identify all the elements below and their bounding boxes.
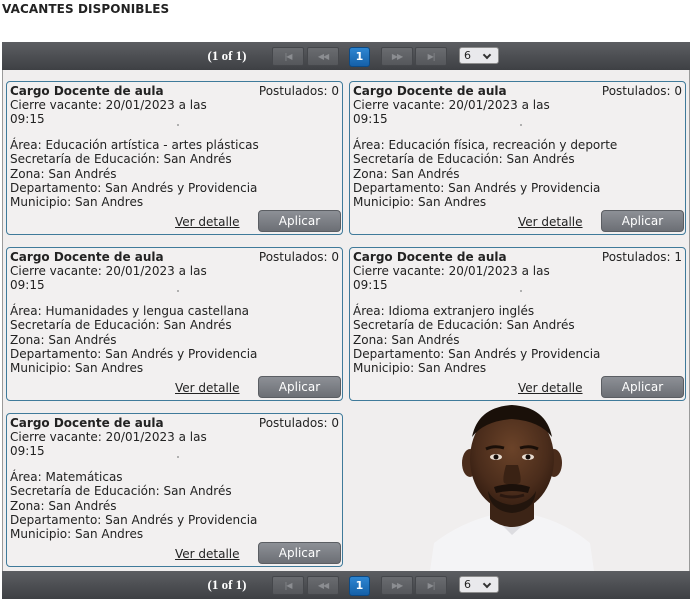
departamento-text: Departamento: San Andrés y Providencia [10,180,258,195]
aplicar-button[interactable]: Aplicar [601,376,684,398]
paginator-bottom: (1 of 1) |◀ ◀◀ 1 ▶▶ ▶| 6 [2,571,690,599]
cierre-vacante: Cierre vacante: 20/01/2023 a las 09:15 [10,98,207,127]
secretaria-text: Secretaría de Educación: San Andrés [10,152,232,167]
separator-dot [520,124,522,126]
aplicar-button[interactable]: Aplicar [258,542,341,564]
separator-dot [177,456,179,458]
zona-text: Zona: San Andrés [10,498,117,513]
postulados-count: Postulados: 1 [601,250,682,264]
area-text: Área: Idioma extranjero inglés [353,304,535,318]
person-photo [430,403,594,571]
zona-text: Zona: San Andrés [10,332,117,347]
card-title: Cargo Docente de aula [353,84,507,98]
municipio-text: Municipio: San Andres [10,195,144,210]
page-title: VACANTES DISPONIBLES [2,2,170,16]
secretaria-text: Secretaría de Educación: San Andrés [353,318,575,333]
last-page-icon[interactable]: ▶| [415,47,447,66]
card-title: Cargo Docente de aula [10,250,164,264]
first-page-icon[interactable]: |◀ [272,576,304,595]
municipio-text: Municipio: San Andres [10,527,144,542]
card-info: Área: Educación física, recreación y dep… [353,138,617,209]
area-text: Área: Matemáticas [10,470,123,484]
rows-per-page-value: 6 [464,578,471,591]
card-info: Área: Idioma extranjero inglés Secretaría… [353,304,600,375]
prev-page-icon[interactable]: ◀◀ [307,576,339,595]
ver-detalle-link[interactable]: Ver detalle [175,381,240,395]
area-text: Área: Educación artística - artes plásti… [10,138,259,152]
page-button-1[interactable]: 1 [349,576,370,596]
departamento-text: Departamento: San Andrés y Providencia [353,346,601,361]
cierre-vacante: Cierre vacante: 20/01/2023 a las 09:15 [353,264,550,293]
secretaria-text: Secretaría de Educación: San Andrés [353,152,575,167]
next-page-icon[interactable]: ▶▶ [381,47,413,66]
chevron-down-icon [482,50,492,60]
ver-detalle-link[interactable]: Ver detalle [175,215,240,229]
secretaria-text: Secretaría de Educación: San Andrés [10,484,232,499]
cierre-vacante: Cierre vacante: 20/01/2023 a las 09:15 [10,264,207,293]
cierre-vacante: Cierre vacante: 20/01/2023 a las 09:15 [10,430,207,459]
postulados-count: Postulados: 0 [258,84,339,98]
postulados-count: Postulados: 0 [258,416,339,430]
first-page-icon[interactable]: |◀ [272,47,304,66]
vacancy-card: Cargo Docente de aula Postulados: 1 Cierre… [349,247,686,401]
zona-text: Zona: San Andrés [353,166,460,181]
page-status: (1 of 1) [207,577,247,592]
aplicar-button[interactable]: Aplicar [258,376,341,398]
ver-detalle-link[interactable]: Ver detalle [175,547,240,561]
departamento-text: Departamento: San Andrés y Providencia [10,512,258,527]
municipio-text: Municipio: San Andres [353,195,487,210]
paginator-top: (1 of 1) |◀ ◀◀ 1 ▶▶ ▶| 6 [2,42,690,70]
departamento-text: Departamento: San Andrés y Providencia [10,346,258,361]
card-title: Cargo Docente de aula [353,250,507,264]
rows-per-page-select[interactable]: 6 [459,47,499,64]
rows-per-page-value: 6 [464,49,471,62]
card-info: Área: Educación artística - artes plásti… [10,138,259,209]
cierre-vacante: Cierre vacante: 20/01/2023 a las 09:15 [353,98,550,127]
postulados-count: Postulados: 0 [258,250,339,264]
ver-detalle-link[interactable]: Ver detalle [518,215,583,229]
vacancy-card: Cargo Docente de aula Postulados: 0 Cierre… [6,247,343,401]
postulados-count: Postulados: 0 [601,84,682,98]
municipio-text: Municipio: San Andres [10,361,144,376]
card-title: Cargo Docente de aula [10,84,164,98]
separator-dot [177,124,179,126]
aplicar-button[interactable]: Aplicar [601,210,684,232]
page-status: (1 of 1) [207,48,247,63]
card-info: Área: Humanidades y lengua castellana Sec… [10,304,257,375]
card-info: Área: Matemáticas Secretaría de Educación… [10,470,257,541]
page-button-1[interactable]: 1 [349,47,370,67]
last-page-icon[interactable]: ▶| [415,576,447,595]
zona-text: Zona: San Andrés [353,332,460,347]
vacancy-card: Cargo Docente de aula Postulados: 0 Cierre… [349,81,686,235]
zona-text: Zona: San Andrés [10,166,117,181]
vacancy-card: Cargo Docente de aula Postulados: 0 Cierre… [6,81,343,235]
separator-dot [520,290,522,292]
municipio-text: Municipio: San Andres [353,361,487,376]
prev-page-icon[interactable]: ◀◀ [307,47,339,66]
vacancy-card: Cargo Docente de aula Postulados: 0 Cierre… [6,413,343,567]
area-text: Área: Humanidades y lengua castellana [10,304,250,318]
next-page-icon[interactable]: ▶▶ [381,576,413,595]
ver-detalle-link[interactable]: Ver detalle [518,381,583,395]
departamento-text: Departamento: San Andrés y Providencia [353,180,601,195]
card-title: Cargo Docente de aula [10,416,164,430]
chevron-down-icon [482,579,492,589]
area-text: Área: Educación física, recreación y dep… [353,138,618,152]
rows-per-page-select[interactable]: 6 [459,576,499,593]
aplicar-button[interactable]: Aplicar [258,210,341,232]
secretaria-text: Secretaría de Educación: San Andrés [10,318,232,333]
separator-dot [177,290,179,292]
